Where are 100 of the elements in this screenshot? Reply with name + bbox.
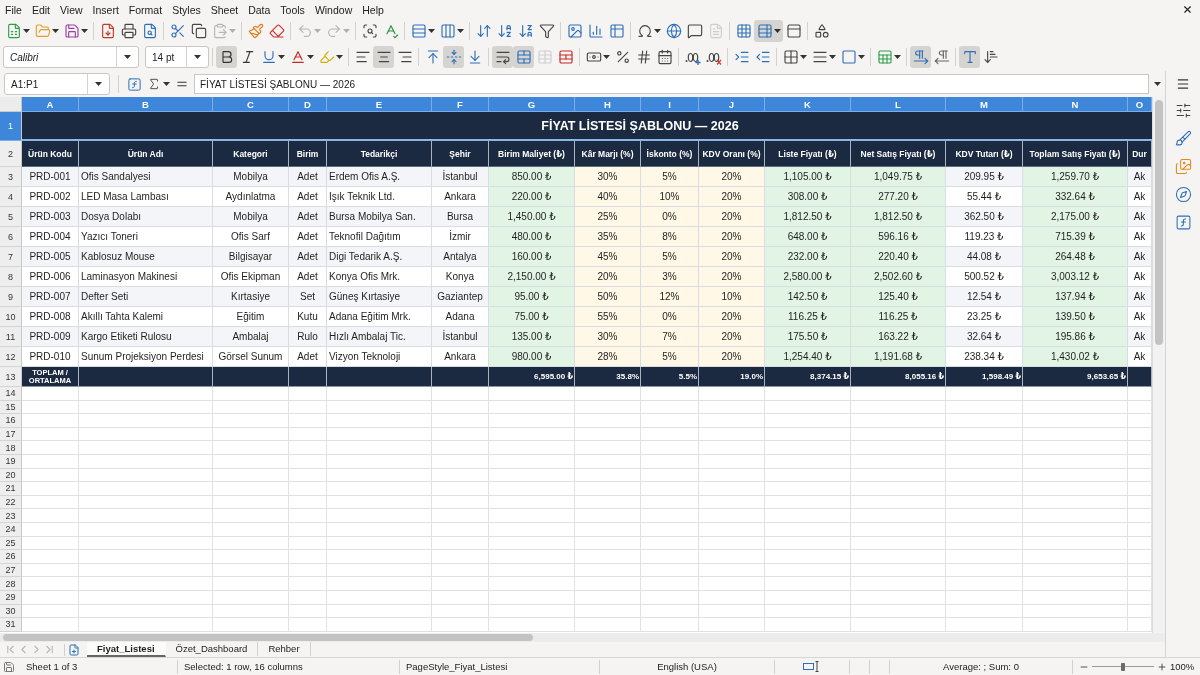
column-header[interactable]: J bbox=[699, 97, 765, 112]
row-header[interactable]: 28 bbox=[0, 577, 22, 591]
column-header[interactable]: D bbox=[289, 97, 327, 112]
compass-icon[interactable] bbox=[1174, 186, 1192, 203]
column-header[interactable]: N bbox=[1023, 97, 1128, 112]
row-header[interactable]: 4 bbox=[0, 187, 22, 207]
column-header[interactable]: L bbox=[851, 97, 946, 112]
column-header[interactable]: O bbox=[1128, 97, 1152, 112]
row-header[interactable]: 26 bbox=[0, 550, 22, 564]
select-all-corner[interactable] bbox=[0, 97, 22, 112]
row-header[interactable]: 12 bbox=[0, 347, 22, 367]
font-name-field[interactable]: Calibri bbox=[3, 46, 139, 68]
row-header[interactable]: 2 bbox=[0, 141, 22, 167]
column-header[interactable]: I bbox=[641, 97, 699, 112]
images-icon[interactable] bbox=[1174, 158, 1192, 175]
menu-item[interactable]: Help bbox=[357, 1, 389, 18]
caret-icon[interactable] bbox=[456, 29, 464, 33]
brush-icon[interactable] bbox=[1174, 130, 1192, 147]
menu-item[interactable]: Data bbox=[243, 1, 276, 18]
row-header[interactable]: 9 bbox=[0, 287, 22, 307]
column-header[interactable]: B bbox=[79, 97, 213, 112]
column-header[interactable]: H bbox=[575, 97, 641, 112]
caret-icon[interactable] bbox=[799, 55, 807, 59]
menu-item[interactable]: Format bbox=[123, 1, 168, 18]
function-icon[interactable] bbox=[127, 76, 142, 92]
sheet-tab[interactable]: Özet_Dashboard bbox=[165, 642, 259, 657]
caret-icon[interactable] bbox=[306, 55, 314, 59]
caret-icon[interactable] bbox=[51, 29, 59, 33]
caret-icon[interactable] bbox=[828, 55, 836, 59]
sliders-icon[interactable] bbox=[1174, 102, 1192, 119]
row-header[interactable]: 10 bbox=[0, 307, 22, 327]
zoom-in-icon[interactable] bbox=[1157, 661, 1167, 672]
caret-icon[interactable] bbox=[80, 29, 88, 33]
scrollbar[interactable] bbox=[3, 634, 533, 641]
caret-icon[interactable] bbox=[194, 55, 201, 59]
caret-icon[interactable] bbox=[335, 55, 343, 59]
borders-icon[interactable] bbox=[782, 49, 799, 65]
banknote-icon[interactable] bbox=[585, 49, 602, 65]
row-header[interactable]: 5 bbox=[0, 207, 22, 227]
line-style-icon[interactable] bbox=[811, 49, 828, 65]
caret-icon[interactable] bbox=[653, 29, 661, 33]
name-box-field[interactable]: A1:P1 bbox=[4, 73, 110, 95]
caret-icon[interactable] bbox=[163, 82, 170, 86]
row-header[interactable]: 18 bbox=[0, 441, 22, 455]
omega-icon[interactable] bbox=[636, 23, 653, 39]
column-header[interactable]: A bbox=[22, 97, 79, 112]
caret-icon[interactable] bbox=[22, 29, 30, 33]
column-header[interactable]: E bbox=[327, 97, 432, 112]
sheet-tab[interactable]: Fiyat_Listesi bbox=[87, 642, 166, 657]
chevron-last-icon[interactable] bbox=[43, 643, 56, 656]
caret-icon[interactable] bbox=[95, 82, 102, 86]
caret-icon[interactable] bbox=[427, 29, 435, 33]
scrollbar[interactable] bbox=[1155, 100, 1163, 345]
menu-item[interactable]: Insert bbox=[87, 1, 124, 18]
caret-icon[interactable] bbox=[277, 55, 285, 59]
freeze-button[interactable] bbox=[754, 20, 783, 42]
selection-mode-icon[interactable] bbox=[803, 661, 821, 672]
menu-item[interactable]: Tools bbox=[275, 1, 310, 18]
caret-icon[interactable] bbox=[602, 55, 610, 59]
menu-item[interactable]: File bbox=[0, 1, 27, 18]
column-header[interactable]: G bbox=[489, 97, 575, 112]
caret-icon[interactable] bbox=[857, 55, 865, 59]
menu-item[interactable]: Window bbox=[309, 1, 358, 18]
row-header[interactable]: 14 bbox=[0, 387, 22, 401]
row-header[interactable]: 7 bbox=[0, 247, 22, 267]
column-header[interactable]: M bbox=[946, 97, 1023, 112]
zoom-slider-thumb[interactable] bbox=[1121, 662, 1125, 671]
column-header[interactable]: C bbox=[213, 97, 289, 112]
row-header[interactable]: 3 bbox=[0, 167, 22, 187]
menu-icon[interactable] bbox=[1176, 77, 1190, 91]
column-header[interactable]: K bbox=[765, 97, 851, 112]
sheet-tab[interactable]: Rehber bbox=[258, 642, 311, 657]
font-size-field[interactable]: 14 pt bbox=[145, 46, 209, 68]
menu-item[interactable]: Styles bbox=[167, 1, 206, 18]
function-icon[interactable] bbox=[1174, 214, 1192, 231]
chevron-first-icon[interactable] bbox=[4, 643, 17, 656]
font-color-icon[interactable] bbox=[289, 49, 306, 65]
row-header[interactable]: 8 bbox=[0, 267, 22, 287]
row-header[interactable]: 11 bbox=[0, 327, 22, 347]
formula-input[interactable]: FİYAT LİSTESİ ŞABLONU — 2026 bbox=[194, 74, 1149, 94]
menu-item[interactable]: Sheet bbox=[205, 1, 244, 18]
row-header[interactable]: 6 bbox=[0, 227, 22, 247]
underline-icon[interactable] bbox=[260, 49, 277, 65]
row-header[interactable]: 31 bbox=[0, 618, 22, 632]
caret-icon[interactable] bbox=[1154, 82, 1161, 86]
column-header[interactable]: F bbox=[432, 97, 489, 112]
row-header[interactable]: 23 bbox=[0, 509, 22, 523]
menu-item[interactable]: View bbox=[55, 1, 88, 18]
file-plus-icon[interactable] bbox=[68, 643, 80, 656]
row-header[interactable]: 13 bbox=[0, 367, 22, 387]
row-header[interactable]: 21 bbox=[0, 482, 22, 496]
caret-icon[interactable] bbox=[773, 29, 781, 33]
sigma-icon[interactable] bbox=[147, 77, 161, 91]
caret-icon[interactable] bbox=[893, 55, 901, 59]
language[interactable]: English (USA) bbox=[657, 661, 717, 672]
row-header[interactable]: 1 bbox=[0, 112, 22, 141]
menu-item[interactable]: Edit bbox=[26, 1, 55, 18]
caret-icon[interactable] bbox=[124, 55, 131, 59]
zoom-percent[interactable]: 100% bbox=[1170, 661, 1200, 672]
row-header[interactable]: 16 bbox=[0, 414, 22, 428]
